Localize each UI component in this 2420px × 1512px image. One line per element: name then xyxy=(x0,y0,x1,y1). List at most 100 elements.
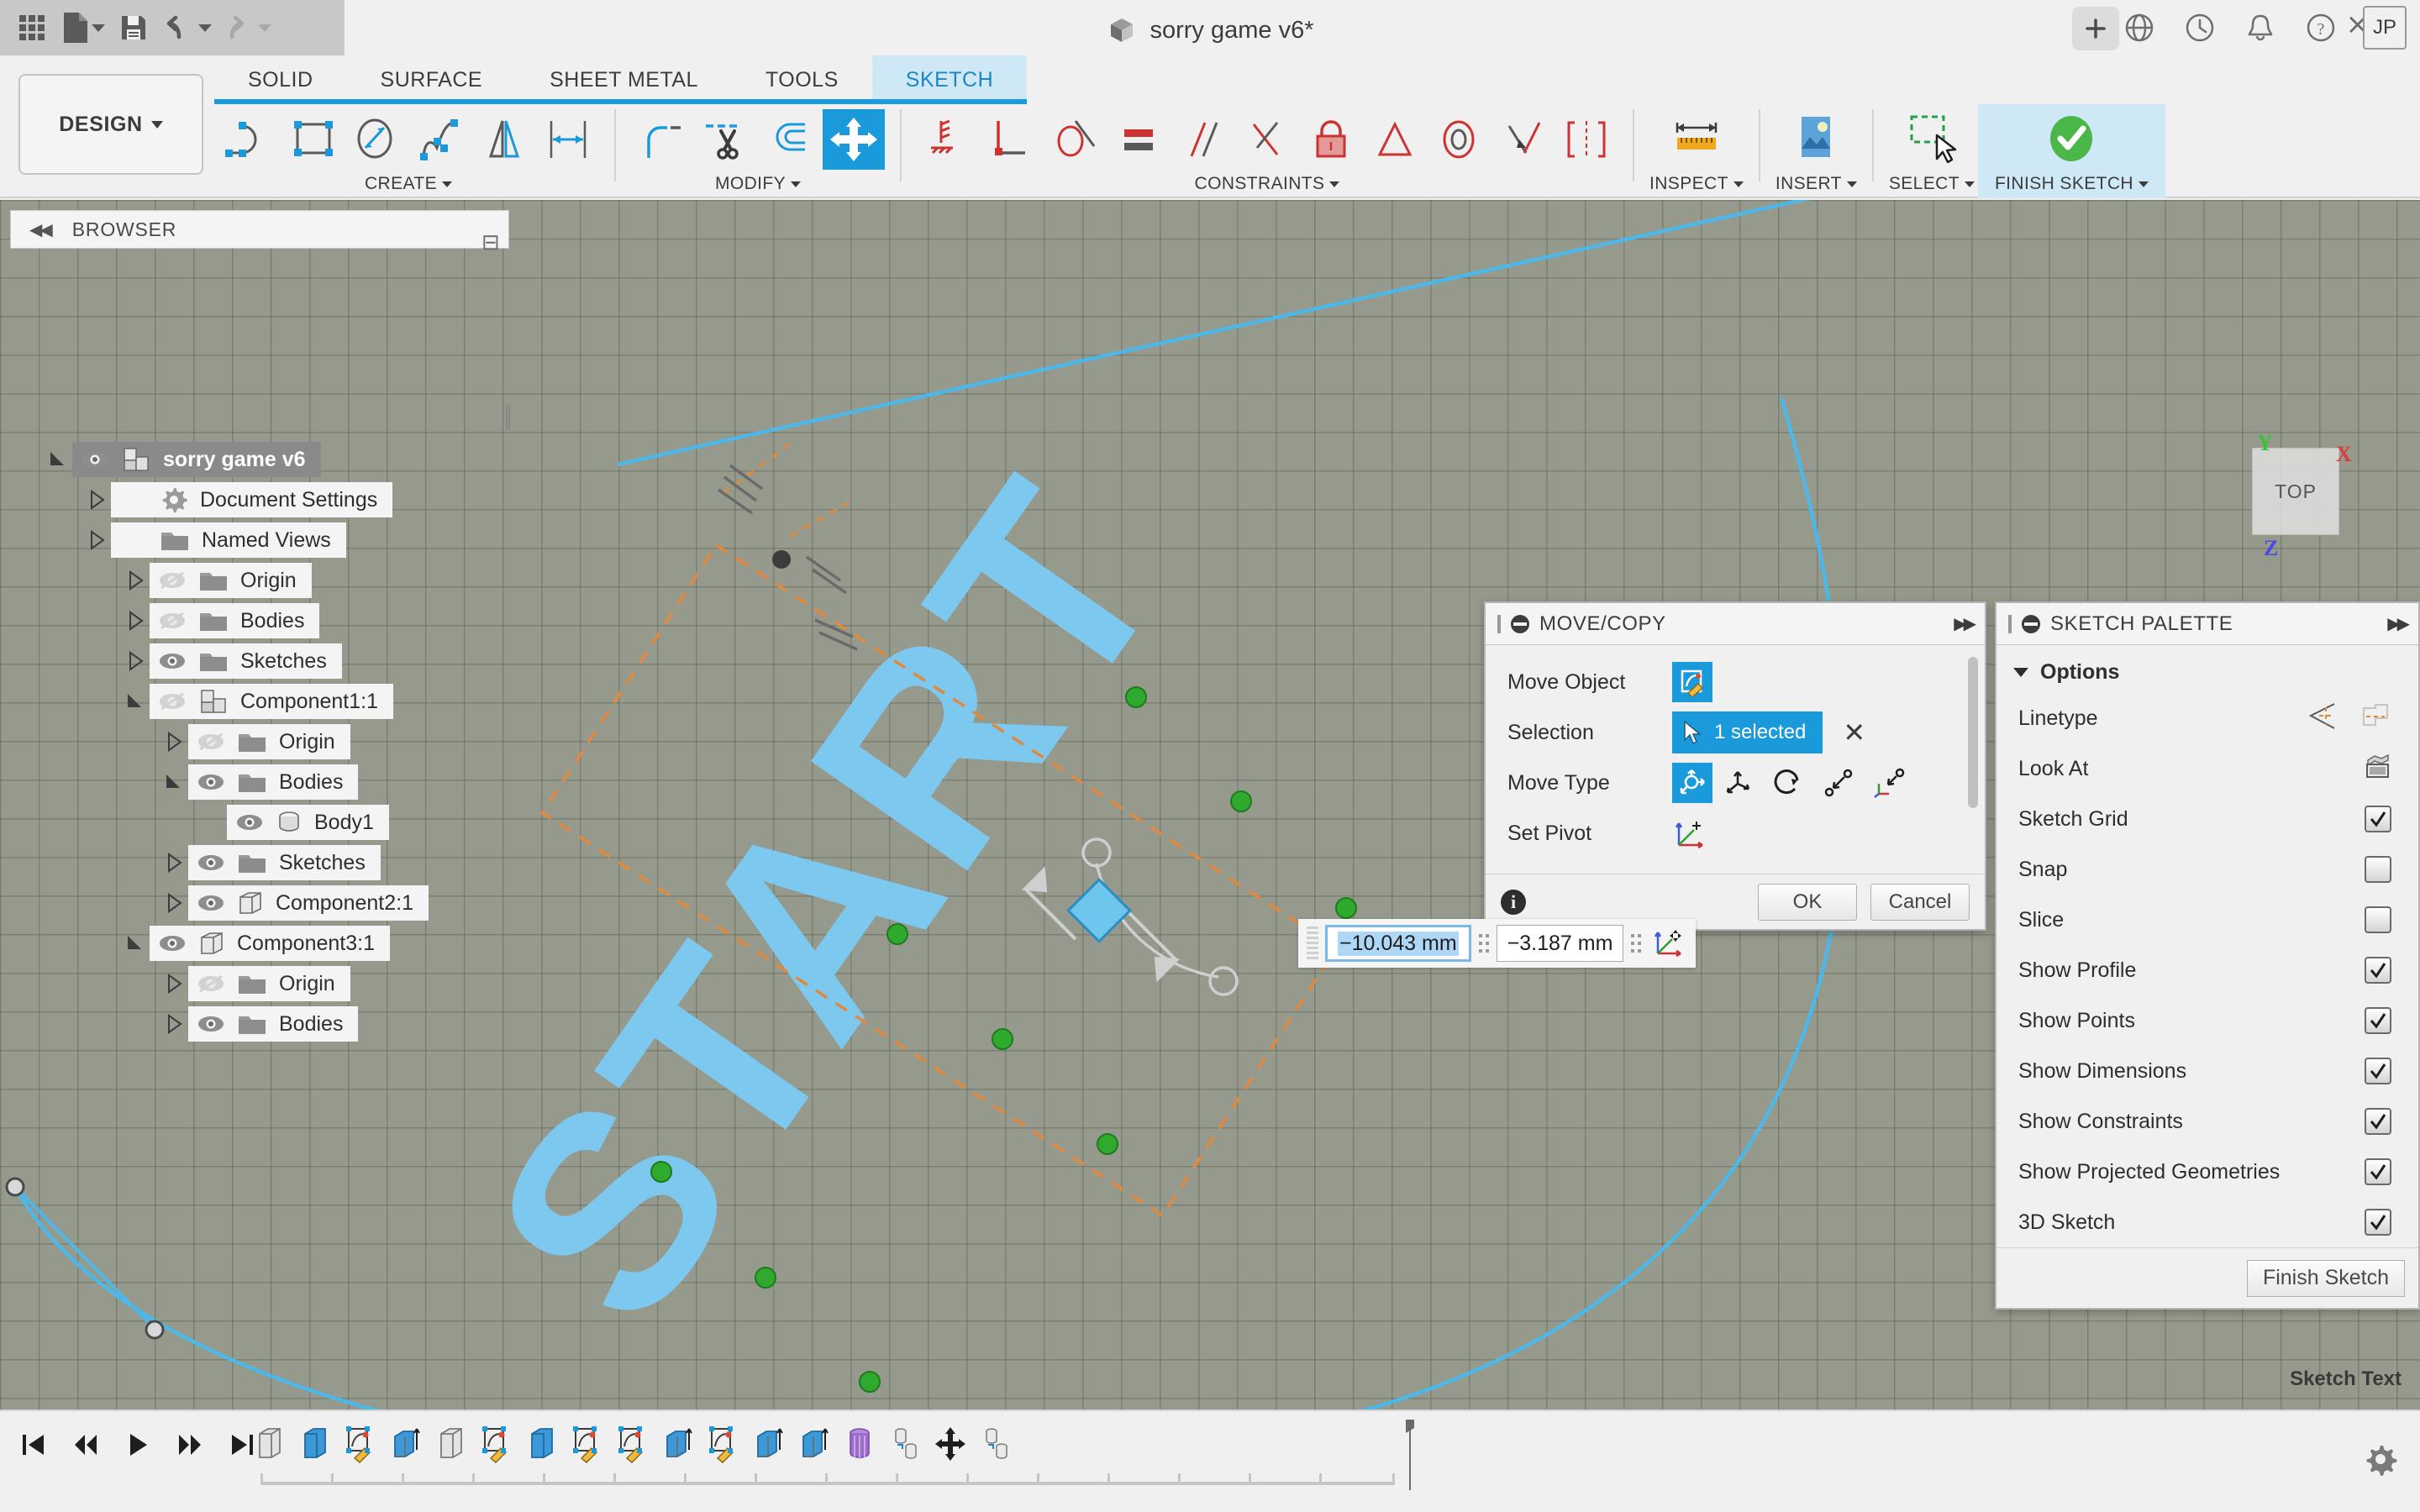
view-cube[interactable]: TOP xyxy=(2252,448,2339,535)
globe-icon[interactable] xyxy=(2121,9,2158,46)
move-copy-dialog[interactable]: MOVE/COPY ▶▶ Move Object Selection 1 sel… xyxy=(1484,601,1986,931)
symmetry-icon[interactable] xyxy=(1555,109,1618,170)
tree-expand-closed-icon[interactable] xyxy=(86,529,108,551)
set-pivot-icon[interactable] xyxy=(1672,812,1723,854)
timeline-feature-body-grey[interactable] xyxy=(432,1421,471,1467)
timeline-feature-extrude-up[interactable] xyxy=(387,1421,425,1467)
eye-off[interactable] xyxy=(158,691,187,711)
browser-tree-item-chip[interactable]: Origin xyxy=(188,966,350,1001)
browser-tree-item[interactable]: Document Settings xyxy=(0,480,513,520)
circle-icon[interactable] xyxy=(345,109,408,170)
coincident-icon[interactable] xyxy=(917,109,979,170)
palette-drag-handle[interactable] xyxy=(2008,614,2012,633)
move-copy-icon[interactable] xyxy=(823,109,885,170)
input-drag-handle[interactable] xyxy=(1307,927,1318,960)
select-window-icon[interactable] xyxy=(1901,109,1963,170)
collapse-panel-icon[interactable]: ◀◀ xyxy=(29,219,53,240)
help-icon[interactable]: ? xyxy=(2302,9,2339,46)
translate-icon[interactable] xyxy=(1712,762,1763,804)
tab-tools[interactable]: TOOLS xyxy=(732,55,872,104)
panel-insert-label[interactable]: INSERT xyxy=(1776,170,1857,198)
browser-tree-item[interactable]: Origin xyxy=(0,560,513,601)
show-dimensions-checkbox[interactable] xyxy=(2365,1058,2391,1084)
tree-expand-closed-icon[interactable] xyxy=(124,610,146,632)
browser-tree-item[interactable]: sorry game v6 xyxy=(0,439,513,480)
trim-icon[interactable] xyxy=(695,109,757,170)
equal-icon[interactable] xyxy=(1108,109,1171,170)
browser-tree-item-chip[interactable]: Sketches xyxy=(150,643,342,679)
fix-lock-icon[interactable] xyxy=(1300,109,1362,170)
tree-expand-closed-icon[interactable] xyxy=(163,892,185,914)
tree-expand-closed-icon[interactable] xyxy=(86,489,108,511)
eye-on[interactable] xyxy=(197,772,225,792)
cancel-button[interactable]: Cancel xyxy=(1870,883,1970,921)
browser-tree-item-chip[interactable]: Bodies xyxy=(150,603,320,638)
move-copy-dialog-header[interactable]: MOVE/COPY ▶▶ xyxy=(1486,603,1985,645)
finish-sketch-button[interactable]: Finish Sketch xyxy=(2246,1259,2405,1297)
panel-constraints-label[interactable]: CONSTRAINTS xyxy=(1195,170,1340,198)
browser-tree-item-chip[interactable]: Bodies xyxy=(188,1006,359,1042)
step-forward-icon[interactable] xyxy=(168,1423,212,1467)
timeline-feature-extrude-up[interactable] xyxy=(750,1421,788,1467)
timeline-feature-sketch[interactable] xyxy=(477,1421,516,1467)
show-profile-checkbox[interactable] xyxy=(2365,957,2391,984)
midpoint-icon[interactable] xyxy=(1364,109,1426,170)
browser-tree-item[interactable]: Bodies xyxy=(0,601,513,641)
tree-expand-open-icon[interactable] xyxy=(124,690,146,712)
palette-collapse-icon[interactable] xyxy=(2022,614,2040,633)
browser-tree-item-chip[interactable]: Sketches xyxy=(188,845,381,880)
tree-expand-closed-icon[interactable] xyxy=(163,731,185,753)
eye-on[interactable] xyxy=(158,933,187,953)
dimension-input-bar[interactable]: −10.043 mm −3.187 mm xyxy=(1298,919,1697,968)
move-axis-icon[interactable] xyxy=(1649,924,1687,963)
play-icon[interactable] xyxy=(116,1423,160,1467)
mirror-icon[interactable] xyxy=(473,109,535,170)
panel-create-label[interactable]: CREATE xyxy=(365,170,453,198)
timeline-feature-sketch[interactable] xyxy=(341,1421,380,1467)
tree-expand-open-icon[interactable] xyxy=(163,771,185,793)
measure-ruler-icon[interactable] xyxy=(1665,109,1728,170)
timeline-feature-extrude-blue[interactable] xyxy=(296,1421,334,1467)
save-icon[interactable] xyxy=(115,8,152,47)
eye-off[interactable] xyxy=(197,732,225,752)
tree-expand-closed-icon[interactable] xyxy=(163,973,185,995)
clock-icon[interactable] xyxy=(2181,9,2218,46)
move-object-sketch-icon[interactable] xyxy=(1672,662,1712,702)
eye-on[interactable] xyxy=(235,812,264,832)
file-menu-button[interactable] xyxy=(60,11,105,45)
timeline-feature-extrude-blue[interactable] xyxy=(523,1421,561,1467)
timeline-settings-gear-icon[interactable] xyxy=(2363,1441,2398,1481)
x-distance-input[interactable]: −10.043 mm xyxy=(1325,925,1471,962)
browser-tree-item[interactable]: Origin xyxy=(0,722,513,762)
tangent-icon[interactable] xyxy=(1044,109,1107,170)
look-at-icon[interactable] xyxy=(2363,753,2391,785)
browser-tree-item[interactable]: Sketches xyxy=(0,641,513,681)
point-to-position-icon[interactable] xyxy=(1864,762,1914,804)
show-points-checkbox[interactable] xyxy=(2365,1007,2391,1034)
tree-expand-open-icon[interactable] xyxy=(47,449,69,470)
eye-on[interactable] xyxy=(81,449,109,470)
eye-on[interactable] xyxy=(197,853,225,873)
grid-apps-icon[interactable] xyxy=(13,8,50,47)
tab-surface[interactable]: SURFACE xyxy=(347,55,517,104)
line-icon[interactable] xyxy=(218,109,280,170)
centerline-icon[interactable] xyxy=(2360,701,2391,736)
browser-tree-item[interactable]: Body1 xyxy=(0,802,513,843)
browser-tree-item-chip[interactable]: Body1 xyxy=(227,805,389,840)
redo-button[interactable] xyxy=(222,13,271,42)
palette-expand-icon[interactable]: ▶▶ xyxy=(2387,613,2410,634)
browser-tree-item-chip[interactable]: sorry game v6 xyxy=(72,442,321,477)
timeline-feature-sketch[interactable] xyxy=(613,1421,652,1467)
browser-tree-item[interactable]: Component2:1 xyxy=(0,883,513,923)
parallel-icon[interactable] xyxy=(1172,109,1234,170)
timeline-feature-extrude-up[interactable] xyxy=(795,1421,834,1467)
sketch-palette[interactable]: SKETCH PALETTE ▶▶ Options Linetype Look … xyxy=(1995,601,2420,1310)
tab-solid[interactable]: SOLID xyxy=(214,55,347,104)
ok-button[interactable]: OK xyxy=(1758,883,1857,921)
timeline-feature-extrude-up[interactable] xyxy=(659,1421,697,1467)
slice-checkbox[interactable] xyxy=(2365,906,2391,933)
insert-image-icon[interactable] xyxy=(1785,109,1847,170)
tree-expand-closed-icon[interactable] xyxy=(163,1013,185,1035)
browser-tree-item-chip[interactable]: Document Settings xyxy=(111,482,393,517)
y-distance-input[interactable]: −3.187 mm xyxy=(1496,925,1624,962)
